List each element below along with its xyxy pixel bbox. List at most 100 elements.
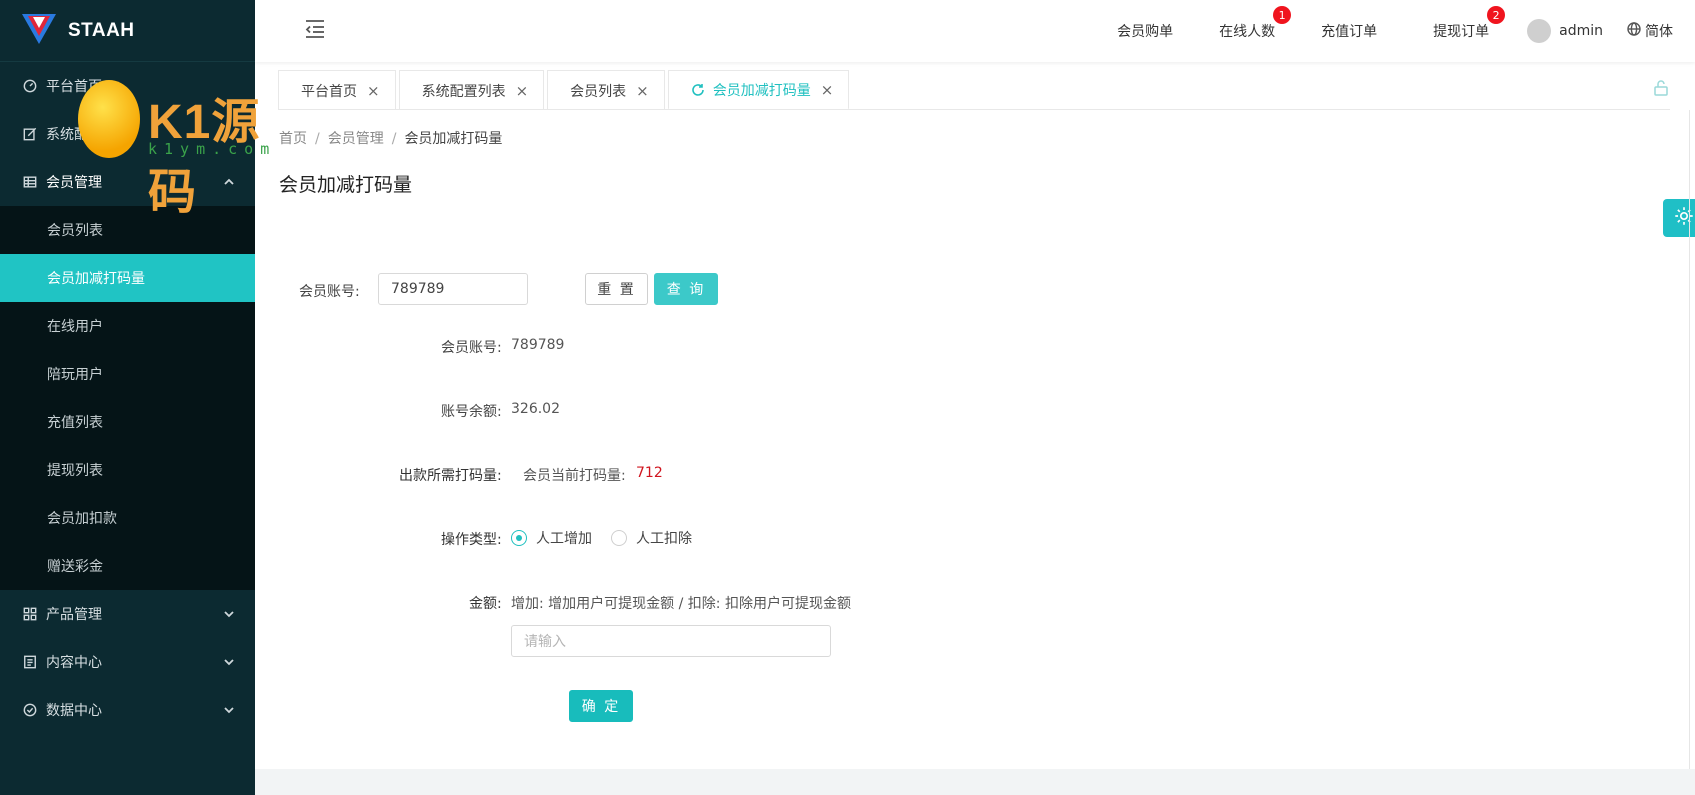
- operation-type-label: 操作类型:: [441, 532, 502, 548]
- nav-recharge-orders[interactable]: 充值订单: [1321, 21, 1377, 41]
- sidebar-item-label: 系统配置: [46, 127, 102, 143]
- balance-label: 账号余额:: [441, 404, 502, 420]
- amount-hint: 增加: 增加用户可提现金额 / 扣除: 扣除用户可提现金额: [511, 596, 851, 612]
- nav-online-count[interactable]: 在线人数 1: [1219, 6, 1292, 41]
- refresh-icon[interactable]: [691, 83, 705, 97]
- settings-button[interactable]: [1663, 199, 1695, 237]
- tab-member-list[interactable]: 会员列表 ×: [547, 70, 665, 110]
- tab-divider: [278, 109, 1670, 110]
- amount-label: 金额:: [469, 596, 502, 612]
- submenu-member-bet-adjust[interactable]: 会员加减打码量: [0, 254, 255, 302]
- radio-checked-icon: [511, 530, 527, 546]
- language-label: 简体: [1645, 24, 1673, 40]
- submenu-companion-users[interactable]: 陪玩用户: [0, 350, 255, 398]
- submenu-recharge-list[interactable]: 充值列表: [0, 398, 255, 446]
- notification-badge: 1: [1273, 6, 1292, 24]
- radio-label: 人工增加: [536, 531, 592, 547]
- tab-label: 会员列表: [570, 83, 627, 100]
- check-circle-icon: [22, 702, 38, 718]
- collapse-menu-icon[interactable]: [304, 19, 326, 39]
- lock-icon[interactable]: [1652, 79, 1670, 97]
- nav-label: 提现订单: [1433, 24, 1490, 40]
- close-icon[interactable]: ×: [367, 82, 380, 100]
- breadcrumb-members[interactable]: 会员管理: [328, 131, 384, 147]
- page-tabs: 平台首页 × 系统配置列表 × 会员列表 × 会员加减打码量 ×: [278, 70, 852, 110]
- edit-icon: [22, 126, 38, 142]
- radio-manual-add[interactable]: 人工增加: [511, 528, 592, 548]
- sidebar-item-label: 内容中心: [46, 655, 102, 671]
- account-search-input[interactable]: 789789: [378, 273, 528, 305]
- sidebar: STAAH 平台首页 系统配置 会员管理 会员列表 会员加减打码量 在线用户 陪…: [0, 0, 255, 795]
- submenu-member-adjust-funds[interactable]: 会员加扣款: [0, 494, 255, 542]
- nav-member-orders[interactable]: 会员购单: [1117, 21, 1173, 41]
- grid-icon: [22, 606, 38, 622]
- chevron-up-icon: [223, 176, 235, 188]
- sidebar-item-members[interactable]: 会员管理: [0, 158, 255, 206]
- tab-dashboard[interactable]: 平台首页 ×: [278, 70, 396, 110]
- chevron-down-icon: [223, 656, 235, 668]
- submenu-online-users[interactable]: 在线用户: [0, 302, 255, 350]
- dashboard-icon: [22, 78, 38, 94]
- v-logo-icon: [22, 13, 56, 48]
- required-bet-label: 出款所需打码量:: [399, 468, 502, 484]
- radio-manual-deduct[interactable]: 人工扣除: [611, 528, 692, 548]
- sidebar-item-data[interactable]: 数据中心: [0, 686, 255, 734]
- chevron-down-icon: [223, 704, 235, 716]
- top-header: 会员购单 在线人数 1 充值订单 提现订单 2 admin 简体: [255, 0, 1695, 62]
- radio-unchecked-icon: [611, 530, 627, 546]
- nav-label: 会员购单: [1117, 24, 1174, 40]
- tab-label: 系统配置列表: [421, 83, 506, 100]
- confirm-button[interactable]: 确 定: [569, 690, 633, 722]
- tab-label: 平台首页: [301, 83, 357, 100]
- globe-icon: [1627, 22, 1645, 40]
- breadcrumb-separator: /: [391, 131, 397, 147]
- tab-system-config[interactable]: 系统配置列表 ×: [398, 70, 545, 110]
- current-bet-label: 会员当前打码量:: [523, 468, 626, 484]
- gear-icon: [1673, 205, 1695, 231]
- member-account-label: 会员账号:: [441, 340, 502, 356]
- member-account-value: 789789: [511, 337, 565, 353]
- user-menu[interactable]: admin: [1527, 19, 1603, 43]
- sidebar-item-label: 产品管理: [46, 607, 102, 623]
- nav-withdraw-orders[interactable]: 提现订单 2: [1433, 6, 1506, 41]
- submenu-member-list[interactable]: 会员列表: [0, 206, 255, 254]
- close-icon[interactable]: ×: [636, 82, 649, 100]
- amount-input[interactable]: 请输入: [511, 625, 831, 657]
- language-switcher[interactable]: 简体: [1627, 21, 1673, 41]
- sidebar-item-label: 会员管理: [46, 175, 102, 191]
- breadcrumb-home[interactable]: 首页: [279, 131, 307, 147]
- submenu-withdraw-list[interactable]: 提现列表: [0, 446, 255, 494]
- avatar: [1527, 19, 1552, 43]
- sidebar-item-system[interactable]: 系统配置: [0, 110, 255, 158]
- reset-button[interactable]: 重 置: [585, 273, 648, 305]
- breadcrumb-current: 会员加减打码量: [404, 131, 503, 147]
- table-icon: [22, 174, 38, 190]
- sidebar-item-products[interactable]: 产品管理: [0, 590, 255, 638]
- radio-label: 人工扣除: [636, 531, 692, 547]
- document-icon: [22, 654, 38, 670]
- query-button[interactable]: 查 询: [654, 273, 718, 305]
- close-icon[interactable]: ×: [821, 81, 834, 99]
- brand-name: STAAH: [68, 19, 135, 41]
- tab-label: 会员加减打码量: [712, 82, 811, 99]
- sidebar-item-dashboard[interactable]: 平台首页: [0, 62, 255, 110]
- username: admin: [1559, 23, 1603, 39]
- sidebar-item-label: 平台首页: [46, 79, 102, 95]
- footer-band: [255, 769, 1695, 795]
- nav-label: 在线人数: [1219, 24, 1276, 40]
- sidebar-item-label: 数据中心: [46, 703, 102, 719]
- current-bet-value: 712: [636, 465, 663, 481]
- balance-value: 326.02: [511, 401, 560, 417]
- notification-badge: 2: [1487, 6, 1506, 24]
- page-title: 会员加减打码量: [279, 174, 413, 196]
- submenu-bonus[interactable]: 赠送彩金: [0, 542, 255, 590]
- content-border: [1689, 110, 1690, 770]
- header-nav: 会员购单 在线人数 1 充值订单 提现订单 2 admin 简体: [1117, 0, 1695, 62]
- tab-member-bet-adjust[interactable]: 会员加减打码量 ×: [667, 70, 850, 110]
- sidebar-item-content[interactable]: 内容中心: [0, 638, 255, 686]
- member-submenu: 会员列表 会员加减打码量 在线用户 陪玩用户 充值列表 提现列表 会员加扣款 赠…: [0, 206, 255, 590]
- brand-logo[interactable]: STAAH: [0, 0, 255, 62]
- breadcrumb-separator: /: [315, 131, 320, 147]
- close-icon[interactable]: ×: [516, 82, 529, 100]
- nav-label: 充值订单: [1321, 24, 1378, 40]
